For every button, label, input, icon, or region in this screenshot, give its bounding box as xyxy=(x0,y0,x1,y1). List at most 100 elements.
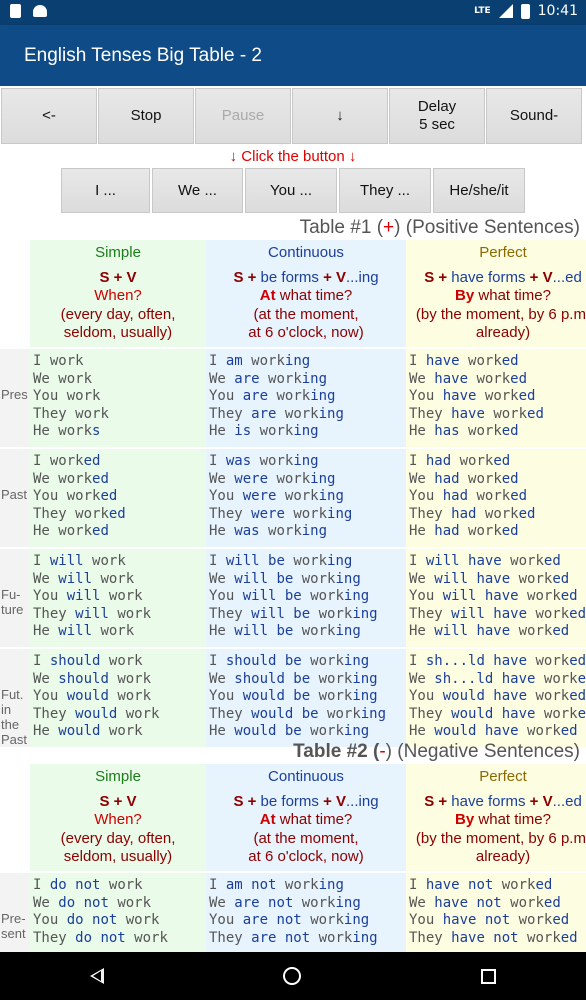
conjugation-line: He was working xyxy=(209,523,406,541)
subject: You xyxy=(209,912,235,929)
back-nav-icon[interactable] xyxy=(89,968,104,984)
conjugation-cell: I should be working We should be working Y… xyxy=(206,646,406,747)
verb-stem: work xyxy=(301,570,336,587)
back-button[interactable]: <- xyxy=(1,88,97,144)
conjugation-line: They worked xyxy=(33,506,206,524)
verb-stem: work xyxy=(484,505,519,522)
auxiliary: will have xyxy=(442,588,519,605)
verb-ending: ed xyxy=(518,388,536,405)
subject: He xyxy=(409,723,426,740)
continuous-header: Continuous S + be forms + V...ing At wha… xyxy=(206,240,406,348)
conjugation-line: We worked xyxy=(33,471,206,489)
verb-ending: ed xyxy=(501,470,519,487)
subject: He xyxy=(409,423,426,440)
pause-button[interactable]: Pause xyxy=(195,88,291,144)
conjugation-line: You would work xyxy=(33,688,206,706)
auxiliary: would xyxy=(75,705,118,722)
subject: We xyxy=(409,570,426,587)
verb-ending: ed xyxy=(560,723,578,740)
subject: We xyxy=(409,670,426,687)
conjugation-cell: I had worked We had worked You had worked T… xyxy=(406,446,586,548)
conjugation-line: You were working xyxy=(209,488,406,506)
subject: We xyxy=(33,470,50,487)
conjugation-line: I sh...ld have worked xyxy=(409,653,586,671)
subject: They xyxy=(33,929,67,946)
pronoun-you-button[interactable]: You ... xyxy=(245,168,337,213)
pronoun-i-button[interactable]: I ... xyxy=(61,168,150,213)
tense-label: Pres xyxy=(0,347,30,448)
verb-stem: work xyxy=(310,912,344,929)
conjugation-cell: I have worked We have worked You have work… xyxy=(406,347,586,448)
subject: You xyxy=(409,388,435,405)
auxiliary: have xyxy=(434,370,469,387)
verb-ending: ed xyxy=(543,894,561,911)
delay-button[interactable]: Delay 5 sec xyxy=(389,88,485,144)
auxiliary: have not xyxy=(434,894,502,911)
table1: Simple S + V When? (every day, often, se… xyxy=(0,240,586,747)
stop-button[interactable]: Stop xyxy=(98,88,194,144)
auxiliary: do not xyxy=(75,929,126,946)
verb-stem: work xyxy=(301,894,336,911)
conjugation-line: You are not working xyxy=(209,912,406,930)
conjugation-line: You worked xyxy=(33,488,206,506)
conjugation-line: They would work xyxy=(33,706,206,724)
home-nav-icon[interactable] xyxy=(283,967,302,985)
auxiliary: sh...ld have xyxy=(425,652,528,669)
conjugation-line: You will work xyxy=(33,588,206,606)
verb-stem: work xyxy=(301,623,336,640)
auxiliary: is xyxy=(234,423,252,440)
auxiliary: have not xyxy=(451,929,519,946)
auxiliary: has xyxy=(434,423,460,440)
auxiliary: had xyxy=(425,452,452,469)
subject: They xyxy=(33,405,67,422)
verb-ending: ed xyxy=(100,488,118,505)
subject: I xyxy=(33,452,42,469)
conjugation-line: We will work xyxy=(33,571,206,589)
verb-ending: ed xyxy=(501,353,519,369)
subject: We xyxy=(209,894,226,911)
conjugation-line: He worked xyxy=(33,523,206,541)
pronoun-we-button[interactable]: We ... xyxy=(152,168,243,213)
verb-stem: work xyxy=(518,912,553,929)
verb-stem: work xyxy=(100,570,135,587)
subject: He xyxy=(33,523,50,540)
auxiliary: do not xyxy=(49,877,101,893)
conjugation-line: He is working xyxy=(209,423,406,441)
verb-ending: ing xyxy=(301,370,328,387)
conjugation-line: We do not work xyxy=(33,895,206,913)
sound-button[interactable]: Sound- xyxy=(486,88,582,144)
conjugation-line: We were working xyxy=(209,471,406,489)
pronoun-he-button[interactable]: He/she/it xyxy=(433,168,525,213)
conjugation-line: I had worked xyxy=(409,453,586,471)
verb-ending: ed xyxy=(577,670,586,687)
conjugation-line: We had worked xyxy=(409,471,586,489)
verb-stem: work xyxy=(518,570,553,587)
auxiliary: were xyxy=(242,488,277,505)
conjugation-line: You have not worked xyxy=(409,912,586,930)
auxiliary: should be xyxy=(234,670,311,687)
delay-label: Delay xyxy=(417,98,457,115)
subject: He xyxy=(409,523,426,540)
auxiliary: do not xyxy=(58,894,109,911)
subject: They xyxy=(33,705,67,722)
conjugation-line: We have not worked xyxy=(409,895,586,913)
verb-ending: ed xyxy=(108,505,126,522)
verb-stem: work xyxy=(535,688,570,705)
subject: I xyxy=(209,877,218,893)
subject: You xyxy=(33,688,59,705)
auxiliary: will have xyxy=(434,570,511,587)
pronoun-they-button[interactable]: They ... xyxy=(339,168,431,213)
verb-stem: work xyxy=(527,929,561,946)
recents-nav-icon[interactable] xyxy=(481,968,497,984)
verb-stem: work xyxy=(125,705,160,722)
verb-stem: work xyxy=(459,452,494,469)
verb-ending: ed xyxy=(510,488,528,505)
down-button[interactable]: ↓ xyxy=(292,88,388,144)
verb-stem: work xyxy=(49,452,84,469)
clock: 10:41 xyxy=(537,3,578,19)
table1-title: Table #1 (+) (Positive Sentences) xyxy=(299,217,580,238)
subject: We xyxy=(409,370,426,387)
verb-stem: work xyxy=(251,353,285,369)
subject: He xyxy=(209,423,226,440)
subject: They xyxy=(209,405,243,422)
